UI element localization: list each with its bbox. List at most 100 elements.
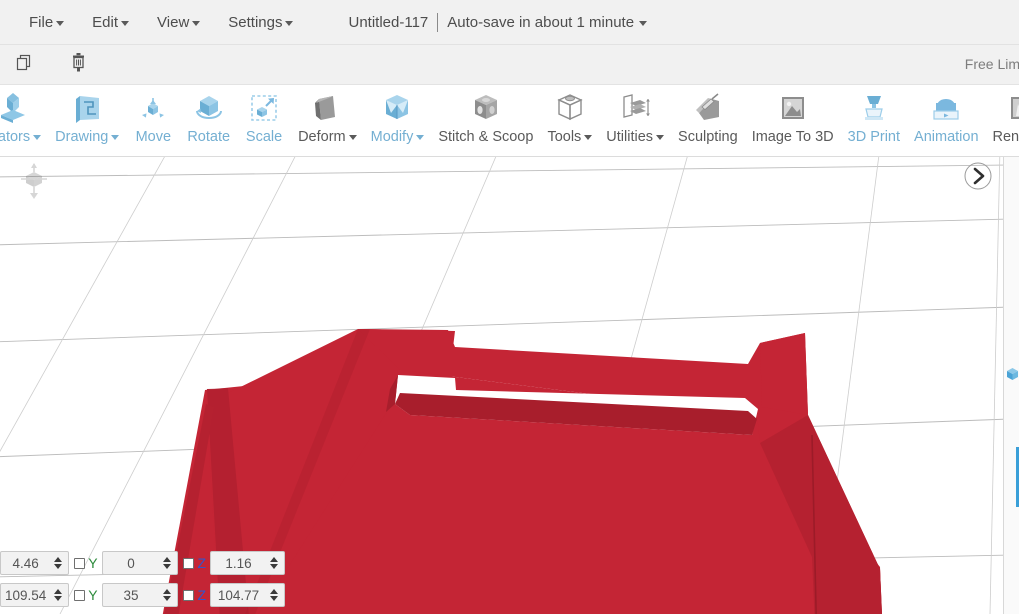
ribbon-item-tools[interactable]: Tools xyxy=(540,85,599,156)
size-x-input[interactable]: 109.54 xyxy=(0,583,70,607)
axis-lock-z-2[interactable]: Z xyxy=(183,587,206,603)
autosave-label: Auto-save in about 1 minute xyxy=(447,13,635,31)
ribbon-item-sculpting[interactable]: Sculpting xyxy=(671,85,745,156)
rotate-icon xyxy=(189,88,229,128)
transform-fields-panel: 4.46 Y 0 Z 1.16 109.54 Y 35 Z 104.77 xyxy=(0,550,286,614)
axis-lock-y-1[interactable]: Y xyxy=(74,555,98,571)
position-y-stepper[interactable] xyxy=(161,557,177,569)
axis-lock-z-1[interactable]: Z xyxy=(183,555,206,571)
stepper-down-icon[interactable] xyxy=(270,564,279,569)
ribbon-toolbar: erators Drawing xyxy=(0,85,1019,157)
menu-item-view[interactable]: View xyxy=(148,10,209,35)
ribbon-item-rotate[interactable]: Rotate xyxy=(180,85,237,156)
chevron-down-icon xyxy=(348,134,357,140)
3d-viewport[interactable]: Y Z X xyxy=(0,157,1003,614)
stepper-up-icon[interactable] xyxy=(270,589,279,594)
tools-icon xyxy=(550,88,590,128)
menu-item-view-label: View xyxy=(157,13,190,31)
stepper-down-icon[interactable] xyxy=(54,564,63,569)
stepper-down-icon[interactable] xyxy=(163,564,172,569)
stepper-up-icon[interactable] xyxy=(54,557,63,562)
stepper-down-icon[interactable] xyxy=(270,596,279,601)
move-icon xyxy=(133,88,173,128)
document-title[interactable]: Untitled-117 xyxy=(348,14,428,31)
ribbon-item-deform[interactable]: Deform xyxy=(291,85,364,156)
size-y-stepper[interactable] xyxy=(161,589,177,601)
axis-lock-y-label: Y xyxy=(88,555,98,571)
stepper-up-icon[interactable] xyxy=(54,589,63,594)
stepper-up-icon[interactable] xyxy=(270,557,279,562)
position-y-value: 0 xyxy=(127,555,135,571)
position-x-input[interactable]: 4.46 xyxy=(0,551,70,575)
ribbon-item-utilities-label: Utilities xyxy=(606,129,665,145)
axis-lock-y-checkbox[interactable] xyxy=(74,557,86,569)
axis-lock-y-label: Y xyxy=(88,587,98,603)
chevron-down-icon xyxy=(584,134,593,140)
stepper-down-icon[interactable] xyxy=(54,596,63,601)
copy-icon xyxy=(15,53,34,77)
chevron-down-icon xyxy=(111,134,120,140)
menu-item-settings-label: Settings xyxy=(228,13,283,31)
size-z-stepper[interactable] xyxy=(268,589,284,601)
size-y-input[interactable]: 35 xyxy=(101,583,179,607)
title-separator xyxy=(437,12,439,32)
size-x-stepper[interactable] xyxy=(52,589,68,601)
chevron-down-icon xyxy=(192,20,201,26)
chevron-down-icon xyxy=(416,134,425,140)
axis-lock-y-checkbox[interactable] xyxy=(74,589,86,601)
size-z-value: 104.77 xyxy=(217,587,260,603)
axis-lock-z-checkbox[interactable] xyxy=(183,589,195,601)
copy-button[interactable] xyxy=(4,46,44,84)
ribbon-item-3d-print[interactable]: 3D Print xyxy=(841,85,907,156)
ribbon-item-animation[interactable]: Animation xyxy=(907,85,985,156)
stepper-down-icon[interactable] xyxy=(163,596,172,601)
ribbon-item-modify-label: Modify xyxy=(371,129,425,145)
ribbon-item-modify[interactable]: Modify xyxy=(364,85,432,156)
right-sidebar[interactable] xyxy=(1003,157,1019,614)
ribbon-item-drawing[interactable]: Drawing xyxy=(48,85,126,156)
free-limit-label: Free Limit xyxy=(964,56,1019,72)
menu-item-file[interactable]: File xyxy=(20,10,73,35)
ribbon-item-utilities[interactable]: Utilities xyxy=(599,85,671,156)
scale-icon xyxy=(244,88,284,128)
blue-cube-icon[interactable] xyxy=(1006,367,1019,386)
size-z-input[interactable]: 104.77 xyxy=(210,583,286,607)
ribbon-item-generators-label: erators xyxy=(0,129,42,145)
deform-icon xyxy=(307,88,347,128)
ribbon-item-generators[interactable]: erators xyxy=(0,85,48,156)
axis-lock-y-2[interactable]: Y xyxy=(74,587,98,603)
position-y-input[interactable]: 0 xyxy=(101,551,179,575)
position-z-input[interactable]: 1.16 xyxy=(210,551,286,575)
axis-lock-z-label: Z xyxy=(197,555,207,571)
position-x-value: 4.46 xyxy=(12,555,39,571)
ribbon-item-scale[interactable]: Scale xyxy=(237,85,291,156)
ribbon-item-scale-label: Scale xyxy=(245,129,283,145)
autosave-status[interactable]: Auto-save in about 1 minute xyxy=(447,13,648,31)
ribbon-item-animation-label: Animation xyxy=(914,129,979,145)
sculpting-icon xyxy=(688,88,728,128)
drawing-icon xyxy=(67,88,107,128)
ribbon-item-move[interactable]: Move xyxy=(126,85,180,156)
chevron-down-icon xyxy=(656,134,665,140)
chevron-down-icon xyxy=(121,20,130,26)
position-z-stepper[interactable] xyxy=(268,557,284,569)
chevron-down-icon xyxy=(285,20,294,26)
menu-item-settings[interactable]: Settings xyxy=(219,10,302,35)
ribbon-item-deform-label: Deform xyxy=(298,129,357,145)
stepper-up-icon[interactable] xyxy=(163,557,172,562)
delete-button[interactable] xyxy=(58,46,98,84)
ribbon-item-render[interactable]: Render xyxy=(986,85,1019,156)
ribbon-item-rotate-label: Rotate xyxy=(187,129,231,145)
menu-item-edit[interactable]: Edit xyxy=(83,10,138,35)
chevron-down-icon xyxy=(56,20,65,26)
position-x-stepper[interactable] xyxy=(52,557,68,569)
expand-panel-button[interactable] xyxy=(963,161,997,195)
trash-icon xyxy=(69,52,88,78)
ribbon-item-render-label: Render xyxy=(992,129,1019,145)
size-y-value: 35 xyxy=(123,587,139,603)
axis-lock-z-checkbox[interactable] xyxy=(183,557,195,569)
ribbon-item-image-to-3d-label: Image To 3D xyxy=(751,129,834,145)
ribbon-item-stitch-scoop[interactable]: Stitch & Scoop xyxy=(431,85,540,156)
ribbon-item-image-to-3d[interactable]: Image To 3D xyxy=(745,85,841,156)
stepper-up-icon[interactable] xyxy=(163,589,172,594)
